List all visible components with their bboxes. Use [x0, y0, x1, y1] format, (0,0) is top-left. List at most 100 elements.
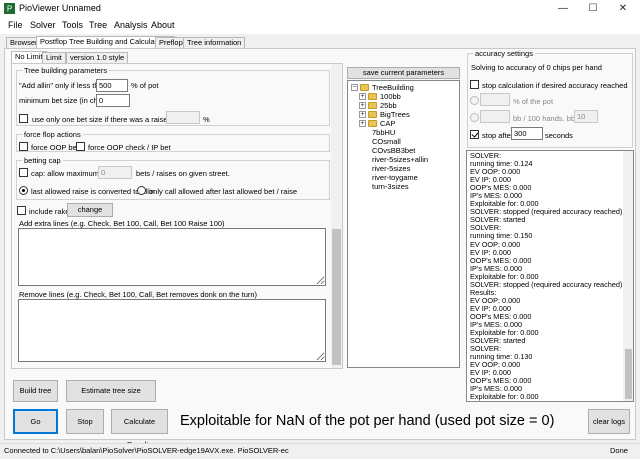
- cap-input[interactable]: [98, 166, 132, 179]
- log-line: SOLVER: stopped (required accuracy reach…: [470, 401, 622, 402]
- stop-after-label: stop after: [482, 131, 514, 140]
- parameters-scrollbar[interactable]: [331, 64, 342, 368]
- title-bar: P PioViewer Unnamed — ☐ ✕: [0, 0, 640, 18]
- tree-folder-expander[interactable]: +: [359, 102, 366, 109]
- exploitable-message: Exploitable for NaN of the pot per hand …: [180, 413, 555, 429]
- folder-icon: [360, 84, 369, 91]
- remove-lines-label: Remove lines (e.g. Check, Bet 100, Call,…: [19, 290, 258, 299]
- cap-checkbox[interactable]: [19, 168, 28, 177]
- tree-folder-expander[interactable]: +: [359, 111, 366, 118]
- stop-accuracy-checkbox[interactable]: [470, 80, 479, 89]
- tree-root-expander[interactable]: −: [351, 84, 358, 91]
- tree-root[interactable]: TreeBuilding: [372, 83, 414, 92]
- force-flop-title: force flop actions: [22, 130, 83, 139]
- radio-pct-pot[interactable]: [470, 96, 479, 105]
- radio-allin[interactable]: [19, 186, 28, 195]
- extra-lines-label: Add extra lines (e.g. Check, Bet 100, Ca…: [19, 219, 225, 228]
- build-tree-button[interactable]: Build tree: [13, 380, 58, 402]
- estimate-tree-size-button[interactable]: Estimate tree size: [66, 380, 156, 402]
- tree-folder-expander[interactable]: +: [359, 93, 366, 100]
- tree-folder-expander[interactable]: +: [359, 120, 366, 127]
- stop-after-checkbox[interactable]: [470, 130, 479, 139]
- rake-change-button[interactable]: change: [67, 203, 113, 217]
- folder-icon: [368, 93, 377, 100]
- parameters-scrollbar-thumb[interactable]: [332, 229, 341, 365]
- tree-file[interactable]: COvsBB3bet: [372, 146, 415, 155]
- tree-file[interactable]: 7bbHU: [372, 128, 395, 137]
- stop-after-input[interactable]: [511, 127, 543, 140]
- tree-file[interactable]: river-5sizes: [372, 164, 410, 173]
- allin-label: "Add allin" only if less than: [19, 81, 107, 90]
- tree-file[interactable]: COsmall: [372, 137, 401, 146]
- force-oop-bet-label: force OOP bet: [31, 143, 79, 152]
- calculate-results-button[interactable]: Calculate Results: [111, 409, 168, 449]
- close-button[interactable]: ✕: [608, 0, 638, 18]
- accuracy-summary: Solving to accuracy of 0 chips per hand: [471, 63, 602, 72]
- accuracy-title: accuracy settings: [473, 49, 535, 58]
- pct-pot-label: % of the pot: [513, 97, 554, 106]
- go-button[interactable]: Go: [13, 409, 58, 434]
- folder-icon: [368, 102, 377, 109]
- tree-params-title: Tree building parameters: [22, 66, 110, 75]
- force-oop-check-label: force OOP check / IP bet: [88, 143, 171, 152]
- tree-folder-100bb[interactable]: 100bb: [380, 92, 401, 101]
- status-bar: Connected to C:\Users\balan\PioSolver\Pi…: [0, 443, 640, 459]
- save-parameters-button[interactable]: save current parameters: [347, 67, 460, 79]
- solver-log[interactable]: SOLVER: running time: 0.124 EV OOP: 0.000 E…: [466, 150, 634, 402]
- log-scrollbar[interactable]: [623, 151, 633, 401]
- allin-suffix: % of pot: [131, 81, 159, 90]
- folder-icon: [368, 120, 377, 127]
- tree-file[interactable]: river-toygame: [372, 173, 418, 182]
- pct-pot-input[interactable]: [480, 93, 510, 106]
- one-bet-size-suffix: %: [203, 115, 210, 124]
- close-icon: ✕: [618, 3, 628, 14]
- menu-bar: File Solver Tools Tree Analysis About: [0, 18, 640, 34]
- solver-state: Done: [610, 446, 628, 455]
- radio-call-only-label: only call allowed after last allowed bet…: [149, 187, 297, 196]
- one-bet-size-checkbox[interactable]: [19, 114, 28, 123]
- window-title: PioViewer Unnamed: [19, 3, 101, 13]
- menu-tools[interactable]: Tools: [62, 20, 83, 30]
- menu-tree[interactable]: Tree: [89, 20, 107, 30]
- menu-file[interactable]: File: [8, 20, 23, 30]
- force-oop-bet-checkbox[interactable]: [19, 142, 28, 151]
- tree-file[interactable]: river-5sizes+allin: [372, 155, 428, 164]
- bb100-label: bb / 100 hands. bb =: [513, 114, 582, 123]
- log-scrollbar-thumb[interactable]: [625, 349, 632, 399]
- clear-logs-button[interactable]: clear logs: [588, 409, 630, 434]
- bb100-input[interactable]: [480, 110, 510, 123]
- app-icon: P: [4, 3, 15, 14]
- radio-bb100[interactable]: [470, 113, 479, 122]
- allin-threshold-input[interactable]: [96, 79, 128, 92]
- minimize-button[interactable]: —: [548, 0, 578, 18]
- svg-text:P: P: [7, 5, 12, 14]
- min-bet-input[interactable]: [96, 94, 130, 107]
- seconds-label: seconds: [545, 131, 573, 140]
- cap-suffix: bets / raises on given street.: [136, 169, 230, 178]
- tree-folder-bigtrees[interactable]: BigTrees: [380, 110, 410, 119]
- minimize-icon: —: [558, 3, 568, 14]
- tree-folder-cap[interactable]: CAP: [380, 119, 395, 128]
- cap-label: cap: allow maximum of: [31, 169, 108, 178]
- tree-folder-25bb[interactable]: 25bb: [380, 101, 397, 110]
- stop-accuracy-label: stop calculation if desired accuracy rea…: [482, 81, 628, 90]
- bb-value-input[interactable]: [574, 110, 598, 123]
- folder-icon: [368, 111, 377, 118]
- menu-about[interactable]: About: [151, 20, 175, 30]
- include-rake-checkbox[interactable]: [17, 206, 26, 215]
- menu-analysis[interactable]: Analysis: [114, 20, 148, 30]
- radio-call-only[interactable]: [137, 186, 146, 195]
- maximize-button[interactable]: ☐: [578, 0, 608, 18]
- menu-solver[interactable]: Solver: [30, 20, 56, 30]
- stop-button[interactable]: Stop: [66, 409, 104, 434]
- log-lines: SOLVER: running time: 0.124 EV OOP: 0.000 E…: [470, 151, 622, 402]
- include-rake-label: include rake: [29, 207, 70, 216]
- remove-lines-textarea[interactable]: [18, 299, 326, 362]
- one-bet-size-input[interactable]: [166, 111, 200, 124]
- connection-status: Connected to C:\Users\balan\PioSolver\Pi…: [4, 446, 289, 455]
- betting-cap-title: betting cap: [22, 156, 63, 165]
- tree-file[interactable]: turn-3sizes: [372, 182, 409, 191]
- force-oop-check-checkbox[interactable]: [76, 142, 85, 151]
- maximize-icon: ☐: [588, 3, 598, 14]
- extra-lines-textarea[interactable]: [18, 228, 326, 286]
